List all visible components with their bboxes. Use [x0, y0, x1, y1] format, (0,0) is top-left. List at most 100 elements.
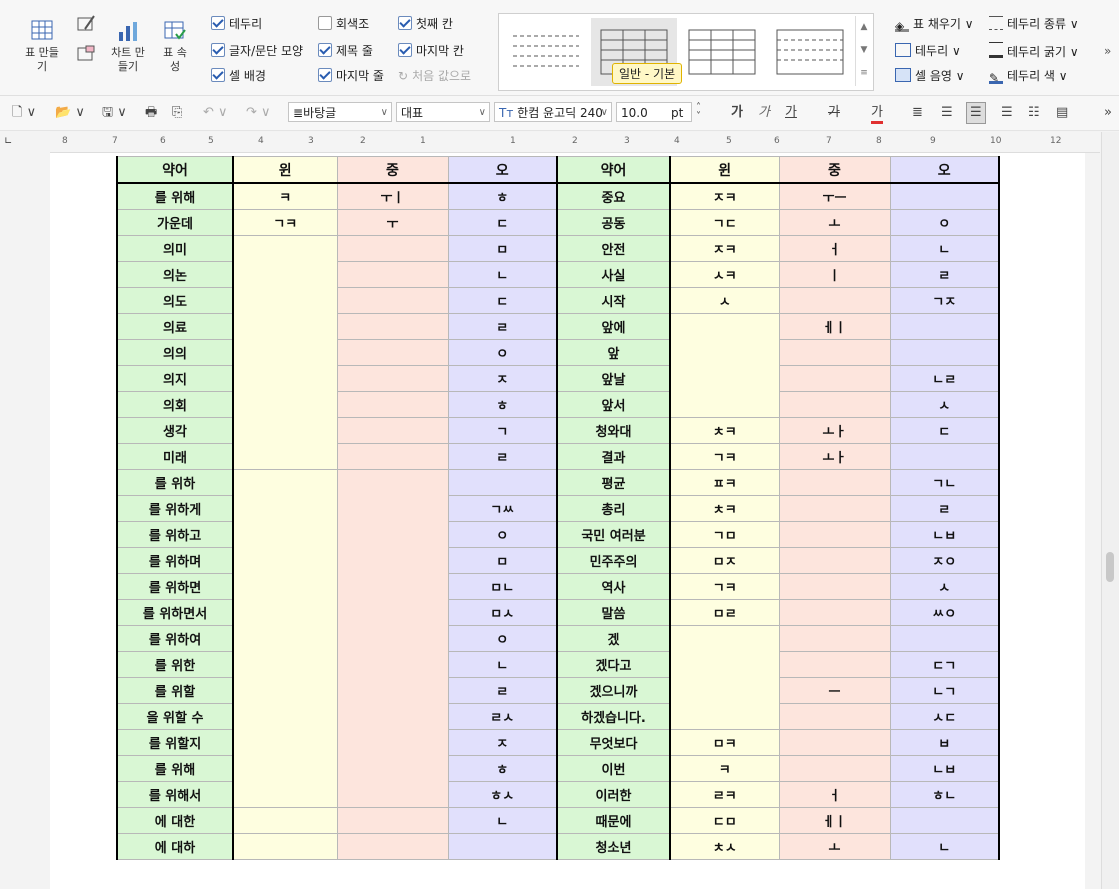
cell-abbr[interactable]: 이러한 — [556, 781, 671, 808]
cell-right[interactable]: ㄷㄱ — [889, 651, 1000, 678]
cell-right[interactable]: ㄹㅅ — [447, 703, 558, 730]
cell-mid[interactable] — [336, 339, 449, 366]
cell-abbr[interactable]: 겠다고 — [556, 651, 671, 678]
cell-mid[interactable]: ㅔㅣ — [778, 313, 891, 340]
header-right[interactable]: 오 — [447, 156, 558, 184]
scroll-thumb[interactable] — [1106, 552, 1114, 582]
check-border[interactable]: 테두리 — [211, 15, 262, 33]
align-divide-icon[interactable]: ▤ — [1056, 105, 1068, 121]
cell-mid[interactable] — [336, 417, 449, 444]
cell-abbr[interactable]: 를 위하면서 — [116, 599, 234, 626]
cell-left[interactable]: ㄷㅁ — [669, 807, 780, 834]
cell-right[interactable] — [447, 469, 558, 496]
cell-left[interactable]: ㅋ — [232, 182, 338, 210]
border-color-button[interactable]: ✎ 테두리 색 ∨ — [989, 67, 1068, 85]
cell-mid[interactable]: ㅗㅏ — [778, 417, 891, 444]
cell-mid[interactable] — [778, 625, 891, 652]
font-select[interactable]: Tт 한컴 윤고딕 240 ∨ — [494, 102, 612, 122]
cell-abbr[interactable]: 를 위해 — [116, 182, 234, 210]
cell-mid[interactable] — [336, 365, 449, 392]
cell-right[interactable]: ㄹ — [447, 443, 558, 470]
cell-right[interactable]: ㅎ — [447, 391, 558, 418]
check-grayscale[interactable]: 회색조 — [318, 15, 369, 33]
align-center-icon[interactable]: ☰ — [966, 102, 986, 124]
cell-abbr[interactable]: 말씀 — [556, 599, 671, 626]
chevron-down-icon[interactable]: ▼ — [856, 39, 872, 62]
cell-right[interactable]: ㄴㄱ — [889, 677, 1000, 704]
cell-mid[interactable] — [778, 599, 891, 626]
cell-right[interactable]: ㄱㄴ — [889, 469, 1000, 496]
header-mid[interactable]: 중 — [336, 156, 449, 184]
cell-right[interactable]: ㄴ — [889, 833, 1000, 860]
cell-right[interactable]: ㄱ — [447, 417, 558, 444]
cell-mid[interactable]: ㅗ — [778, 209, 891, 236]
cell-abbr[interactable]: 미래 — [116, 443, 234, 470]
cell-mid[interactable] — [336, 287, 449, 314]
cell-abbr[interactable]: 총리 — [556, 495, 671, 522]
cell-abbr[interactable]: 중요 — [556, 182, 671, 210]
cell-mid[interactable] — [336, 235, 449, 262]
cell-left[interactable]: ㄹㅋ — [669, 781, 780, 808]
cell-mid[interactable] — [778, 651, 891, 678]
header-abbr[interactable]: 약어 — [116, 156, 234, 184]
cell-right[interactable]: ㅈ — [447, 729, 558, 756]
cell-left[interactable]: ㄱㅁ — [669, 521, 780, 548]
font-size-stepper[interactable]: ˄ ˅ — [696, 103, 701, 122]
underline-button[interactable]: 가 — [785, 105, 797, 121]
cell-abbr[interactable]: 공동 — [556, 209, 671, 236]
check-title-row[interactable]: 제목 줄 — [318, 42, 373, 60]
more-icon[interactable]: » — [1104, 105, 1112, 121]
cell-abbr[interactable]: 청소년 — [556, 833, 671, 860]
border-thickness-button[interactable]: 테두리 굵기 ∨ — [989, 42, 1079, 60]
cell-right[interactable]: ㄴ — [447, 261, 558, 288]
cell-abbr[interactable]: 의료 — [116, 313, 234, 340]
cell-right[interactable]: ㄷ — [889, 417, 1000, 444]
cell-left[interactable] — [232, 235, 338, 470]
table-fill-button[interactable]: ◈ 표 채우기 ∨ — [895, 15, 974, 33]
cell-mid[interactable]: ㅡ — [778, 677, 891, 704]
table-draw-icon[interactable] — [76, 14, 96, 32]
cell-left[interactable]: ㄱㅋ — [232, 209, 338, 236]
cell-left[interactable]: ㅅㅋ — [669, 261, 780, 288]
cell-right[interactable]: ㅅㄷ — [889, 703, 1000, 730]
cell-abbr[interactable]: 의논 — [116, 261, 234, 288]
cell-mid[interactable] — [336, 261, 449, 288]
cell-abbr[interactable]: 앞 — [556, 339, 671, 366]
cell-left[interactable]: ㅁㅋ — [669, 729, 780, 756]
cell-mid[interactable] — [778, 547, 891, 574]
strike-button[interactable]: 가 — [828, 105, 840, 121]
cell-left[interactable] — [232, 469, 338, 808]
cell-right[interactable]: ㄴ — [447, 807, 558, 834]
border-type-button[interactable]: 테두리 종류 ∨ — [989, 15, 1079, 33]
cell-mid[interactable] — [336, 391, 449, 418]
cell-abbr[interactable]: 결과 — [556, 443, 671, 470]
cell-right[interactable]: ㅇ — [889, 209, 1000, 236]
header-left[interactable]: 윈 — [232, 156, 338, 184]
align-right-icon[interactable]: ☰ — [1001, 105, 1013, 121]
cell-right[interactable]: ㅅ — [889, 391, 1000, 418]
cell-left[interactable]: ㅈㅋ — [669, 182, 780, 210]
cell-abbr[interactable]: 을 위할 수 — [116, 703, 234, 730]
cell-right[interactable]: ㅇ — [447, 521, 558, 548]
print-icon[interactable]: 🖶 — [145, 105, 157, 121]
cell-shade-button[interactable]: 셀 음영 ∨ — [895, 67, 965, 85]
make-chart-button[interactable]: 차트 만들기 — [104, 20, 152, 74]
cell-right[interactable]: ㅁㅅ — [447, 599, 558, 626]
align-left-icon[interactable]: ☰ — [941, 105, 953, 121]
italic-button[interactable]: 가 — [758, 105, 770, 121]
cell-mid[interactable] — [778, 495, 891, 522]
cell-mid[interactable] — [336, 469, 449, 808]
cell-abbr[interactable]: 안전 — [556, 235, 671, 262]
cell-abbr[interactable]: 의의 — [116, 339, 234, 366]
language-select[interactable]: 대표 ∨ — [396, 102, 490, 122]
cell-abbr[interactable]: 때문에 — [556, 807, 671, 834]
cell-abbr[interactable]: 를 위해 — [116, 755, 234, 782]
save-icon[interactable]: 🖫 ∨ — [102, 105, 127, 121]
cell-abbr[interactable]: 겠 — [556, 625, 671, 652]
cell-right[interactable]: ㅎㄴ — [889, 781, 1000, 808]
cell-abbr[interactable]: 역사 — [556, 573, 671, 600]
open-folder-icon[interactable]: 📂 ∨ — [55, 105, 85, 121]
cell-left[interactable]: ㅈㅋ — [669, 235, 780, 262]
cell-mid[interactable]: ㅜㅡ — [778, 182, 891, 210]
cell-mid[interactable] — [336, 313, 449, 340]
